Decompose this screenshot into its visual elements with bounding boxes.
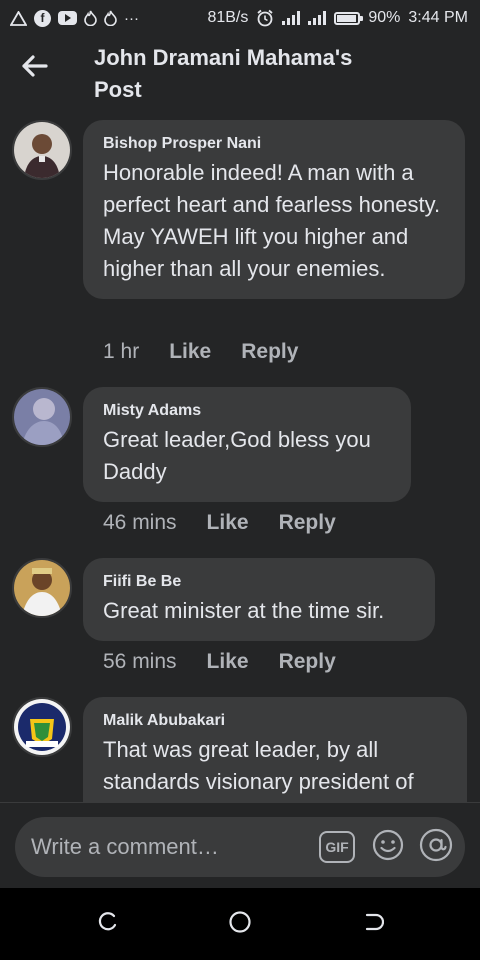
facebook-icon: f — [34, 9, 51, 27]
home-button[interactable] — [210, 894, 270, 954]
comment-bubble[interactable]: Misty Adams Great leader,God bless you D… — [83, 387, 411, 502]
comment-text: Great minister at the time sir. — [103, 598, 385, 623]
smiley-icon — [372, 829, 404, 866]
comment-time: 1 hr — [103, 340, 140, 363]
comment-author[interactable]: Malik Abubakari — [103, 711, 447, 731]
alert-triangle-icon — [10, 10, 27, 26]
wifi-signal-icon — [308, 11, 327, 25]
back-button[interactable] — [0, 36, 70, 100]
status-bar: f ··· 81B/s 90% 3:44 PM — [0, 0, 480, 36]
comment-author[interactable]: Bishop Prosper Nani — [103, 134, 445, 154]
like-button[interactable]: Like — [207, 650, 249, 674]
network-speed: 81B/s — [207, 9, 249, 26]
comment-input[interactable] — [31, 834, 319, 860]
comment: Malik Abubakari That was great leader, b… — [0, 697, 480, 802]
page-title: John Dramani Mahama's Post — [94, 45, 353, 102]
reply-button[interactable]: Reply — [279, 650, 336, 674]
home-icon — [228, 910, 252, 939]
arrow-left-icon — [22, 54, 48, 82]
comment-bubble[interactable]: Malik Abubakari That was great leader, b… — [83, 697, 467, 802]
system-back-button[interactable] — [343, 894, 403, 954]
comment-actions: 46 mins Like Reply — [103, 511, 336, 535]
comment-time: 56 mins — [103, 650, 177, 673]
comment-composer: GIF — [15, 817, 465, 877]
comment-composer-area: GIF — [0, 802, 480, 888]
comment-text: That was great leader, by all standards … — [103, 737, 414, 794]
reply-button[interactable]: Reply — [279, 511, 336, 535]
signal-icon — [282, 11, 301, 25]
like-button[interactable]: Like — [207, 511, 249, 535]
flame-icon — [84, 10, 97, 26]
avatar[interactable] — [12, 387, 72, 447]
recent-apps-icon — [96, 911, 118, 938]
comment-time: 46 mins — [103, 511, 177, 534]
emoji-button[interactable] — [371, 829, 405, 866]
flame-icon — [104, 10, 117, 26]
comment-author[interactable]: Fiifi Be Be — [103, 572, 415, 592]
back-icon — [362, 911, 385, 938]
comment-bubble[interactable]: Fiifi Be Be Great minister at the time s… — [83, 558, 435, 641]
recent-apps-button[interactable] — [77, 894, 137, 954]
mention-button[interactable] — [419, 828, 453, 867]
clock: 3:44 PM — [408, 9, 468, 26]
youtube-icon — [58, 11, 77, 25]
header: John Dramani Mahama's Post — [0, 36, 480, 106]
comment-actions: 56 mins Like Reply — [103, 650, 336, 674]
avatar[interactable] — [12, 697, 72, 757]
avatar[interactable] — [12, 120, 72, 180]
gif-button[interactable]: GIF — [319, 831, 355, 863]
system-nav-bar — [0, 888, 480, 960]
avatar[interactable] — [12, 558, 72, 618]
comment-author[interactable]: Misty Adams — [103, 401, 391, 421]
comment-text: Honorable indeed! A man with a perfect h… — [103, 160, 441, 281]
status-right-info: 81B/s 90% 3:44 PM — [207, 9, 468, 27]
alarm-icon — [256, 9, 274, 27]
at-sign-icon — [419, 828, 453, 867]
reply-button[interactable]: Reply — [241, 340, 298, 364]
battery-percent: 90% — [368, 9, 401, 26]
comment-actions: 1 hr Like Reply — [103, 340, 298, 364]
status-left-icons: f ··· — [10, 9, 139, 27]
comment-bubble[interactable]: Bishop Prosper Nani Honorable indeed! A … — [83, 120, 465, 299]
battery-icon — [334, 11, 364, 25]
like-button[interactable]: Like — [169, 340, 211, 364]
more-dots-icon: ··· — [124, 9, 139, 27]
comment-text: Great leader,God bless you Daddy — [103, 427, 371, 484]
